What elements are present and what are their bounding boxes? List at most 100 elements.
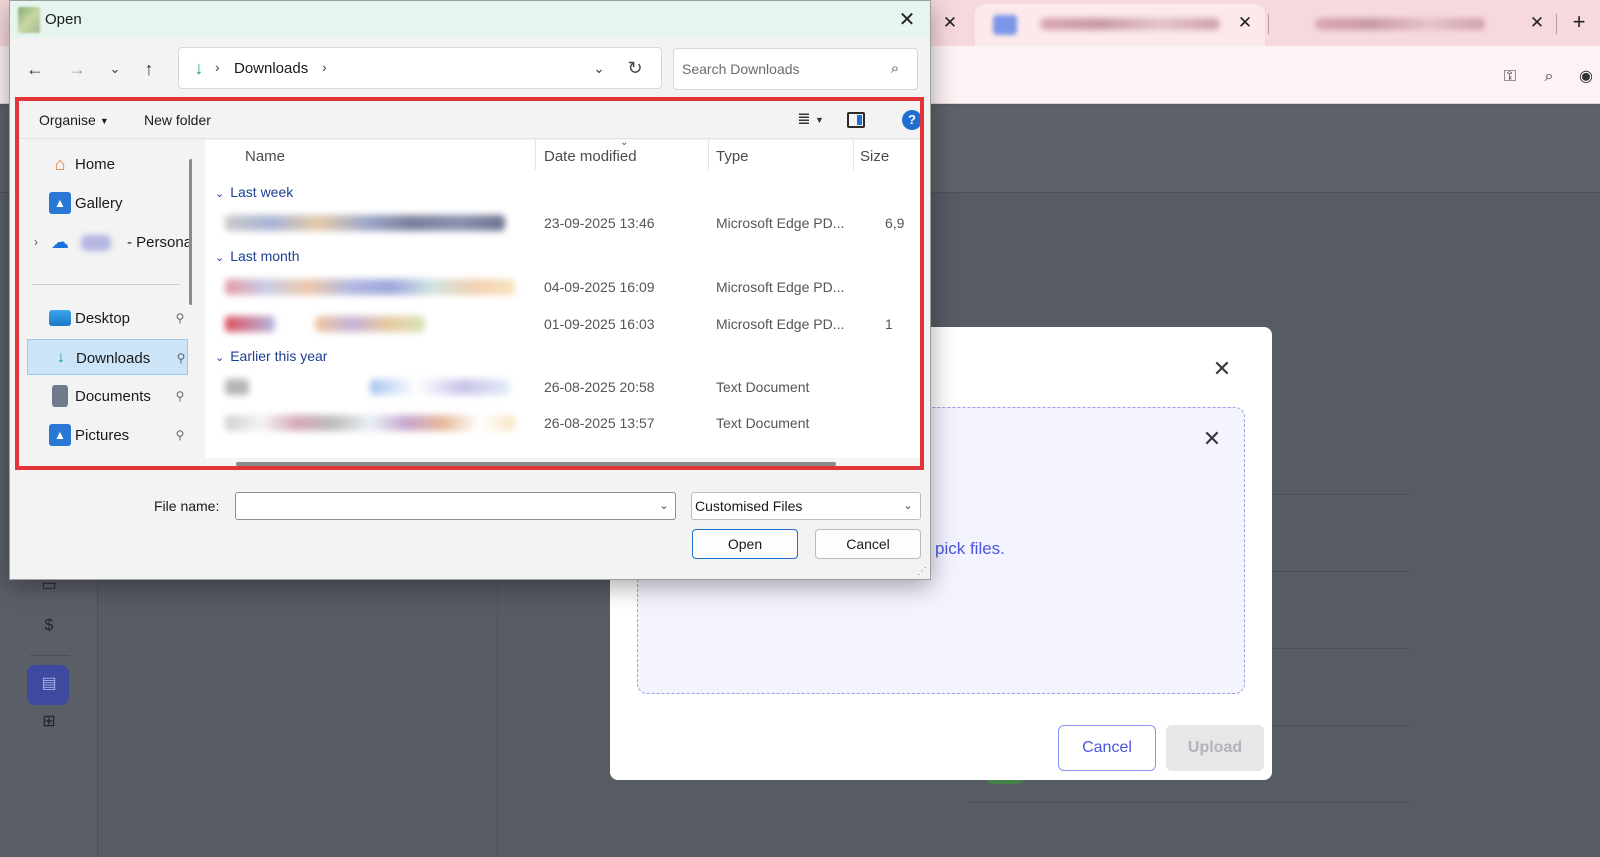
column-header-date-modified[interactable]: Date modified [544,148,637,165]
path-segment-downloads[interactable]: Downloads [234,60,308,77]
nav-label: Gallery [75,195,123,212]
gallery-icon: ▲ [49,192,71,214]
column-separator[interactable] [708,140,709,170]
file-name-redacted [225,412,515,434]
pin-icon[interactable]: ⚲ [173,388,187,404]
modal-close-icon[interactable]: ✕ [1210,357,1234,381]
file-row[interactable]: 26-08-2025 20:58 Text Document [215,370,905,404]
document-icon: ▤ [41,675,57,692]
file-date: 26-08-2025 20:58 [544,379,655,395]
dialog-title: Open [45,11,82,28]
new-tab-icon[interactable]: + [1569,11,1589,33]
resize-grip-icon[interactable]: ⋰ [917,566,929,578]
file-name-redacted [225,376,515,398]
nav-item-gallery[interactable]: ▲ Gallery [27,185,188,221]
preview-pane-icon[interactable] [847,112,865,128]
column-separator[interactable] [853,140,854,170]
nav-item-onedrive-personal[interactable]: › ☁ - Personal [27,224,192,260]
nav-label: Documents [75,388,151,405]
tab-close-icon[interactable]: ✕ [1235,13,1255,33]
nav-item-home[interactable]: ⌂ Home [27,146,188,182]
address-bar[interactable]: ↓ › Downloads › ⌄ ↻ [178,47,662,89]
search-input[interactable] [682,58,872,80]
add-document-icon[interactable]: ⊞ [38,711,60,733]
file-name-combobox: ⌄ [235,492,676,520]
billing-icon[interactable]: $ [38,615,60,637]
app-icon [18,7,40,33]
password-key-icon[interactable]: ⚿ [1499,66,1521,88]
path-separator-icon[interactable]: › [322,59,327,75]
file-type-filter[interactable]: Customised Files ⌄ [691,492,921,520]
nav-scrollbar[interactable] [189,159,192,305]
cancel-button[interactable]: Cancel [815,529,921,559]
expand-chevron-icon[interactable]: › [29,234,43,250]
pin-icon[interactable]: ⚲ [173,427,187,443]
forward-arrow-icon[interactable]: → [65,57,89,81]
group-header-last-week[interactable]: ⌄ Last week [215,184,293,200]
nav-item-documents[interactable]: Documents ⚲ [27,378,188,414]
dialog-close-icon[interactable]: ✕ [894,7,920,33]
dialog-titlebar: Open ✕ [10,1,930,38]
view-list-icon[interactable]: ≣ [794,110,814,130]
open-button[interactable]: Open [692,529,798,559]
redacted-filename [225,316,275,332]
nav-item-pictures[interactable]: ▲ Pictures ⚲ [27,417,188,453]
tab-close-icon[interactable]: ✕ [940,13,960,33]
back-arrow-icon[interactable]: ← [23,57,47,81]
collapse-chevron-icon: ⌄ [215,352,225,364]
file-name-label: File name: [154,498,220,514]
column-header-name[interactable]: Name [245,148,285,165]
file-row[interactable]: 26-08-2025 13:57 Text Document [215,406,905,440]
organise-menu[interactable]: Organise ▼ [39,112,109,128]
pin-icon[interactable]: ⚲ [174,350,188,366]
chevron-down-icon[interactable]: ⌄ [656,498,672,514]
file-row[interactable]: 01-09-2025 16:03 Microsoft Edge PD... 1 [215,307,905,341]
pin-icon[interactable]: ⚲ [173,310,187,326]
home-icon: ⌂ [54,154,66,174]
caret-down-icon: ▼ [99,116,109,127]
file-name-input[interactable] [240,496,645,516]
column-separator[interactable] [535,140,536,170]
search-box: ⌕ [673,48,918,90]
upload-button[interactable]: Upload [1166,725,1264,771]
organise-label: Organise [39,112,96,128]
list-divider [968,802,1410,803]
new-folder-button[interactable]: New folder [144,112,211,128]
file-type: Text Document [716,415,810,431]
horizontal-scrollbar[interactable] [236,462,836,466]
path-history-dropdown-icon[interactable]: ⌄ [589,58,609,78]
sort-descending-icon: ⌄ [620,140,629,148]
path-separator-icon[interactable]: › [215,59,220,75]
redacted-filename [225,379,249,395]
group-header-earlier-this-year[interactable]: ⌄ Earlier this year [215,348,327,364]
file-size: 1 [885,316,893,332]
upload-cancel-button[interactable]: Cancel [1058,725,1156,771]
dropzone-close-icon[interactable]: ✕ [1200,427,1224,451]
command-bar: Organise ▼ New folder ≣ ▼ ? [19,101,922,139]
nav-item-desktop[interactable]: Desktop ⚲ [27,300,188,336]
file-row[interactable]: 23-09-2025 13:46 Microsoft Edge PD... 6,… [215,206,905,240]
group-label: Last week [230,184,294,200]
search-icon[interactable]: ⌕ [884,58,906,80]
file-row[interactable]: 04-09-2025 16:09 Microsoft Edge PD... [215,270,905,304]
nav-item-downloads[interactable]: ↓ Downloads ⚲ [27,339,188,375]
column-header-size[interactable]: Size [860,148,889,165]
recent-locations-chevron-icon[interactable]: ⌄ [103,57,127,81]
help-icon[interactable]: ? [902,110,922,130]
nav-label: Home [75,156,116,173]
column-header-type[interactable]: Type [716,148,749,165]
zoom-icon[interactable]: ⌕ [1538,66,1560,88]
nav-label: Pictures [75,427,130,444]
file-date: 01-09-2025 16:03 [544,316,655,332]
file-type: Text Document [716,379,810,395]
refresh-icon[interactable]: ↻ [623,56,647,80]
tab-close-icon[interactable]: ✕ [1527,13,1547,33]
group-header-last-month[interactable]: ⌄ Last month [215,248,299,264]
collapse-chevron-icon: ⌄ [215,252,225,264]
file-type: Microsoft Edge PD... [716,215,845,231]
up-arrow-icon[interactable]: ↑ [137,57,161,81]
view-options-caret-icon[interactable]: ▼ [815,110,827,130]
tracking-eye-icon[interactable]: ◉ [1575,66,1597,88]
chevron-down-icon: ⌄ [903,500,913,512]
pick-files-link[interactable]: pick files. [935,539,1005,559]
